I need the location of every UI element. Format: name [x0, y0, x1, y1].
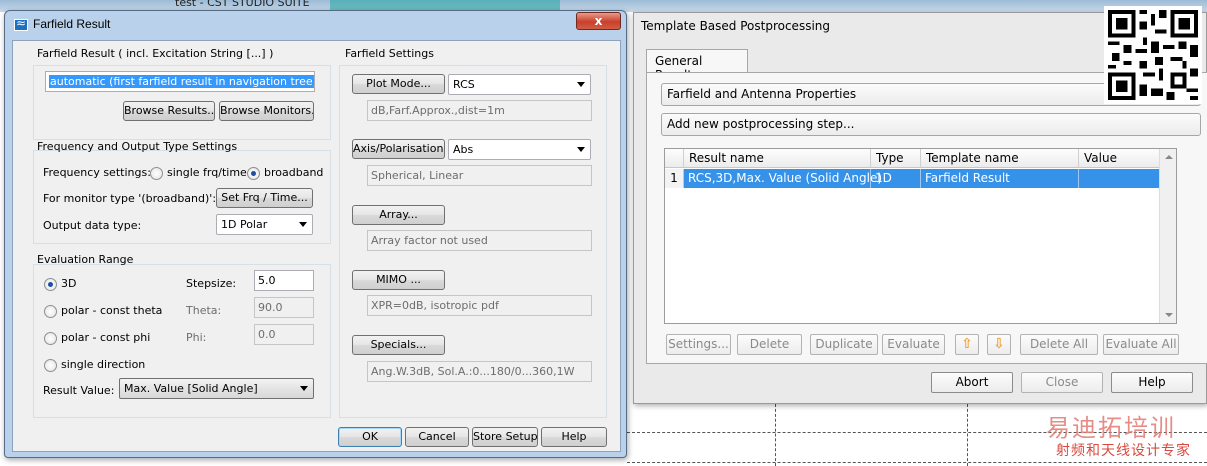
output-type-select[interactable]: 1D Polar — [216, 214, 313, 235]
help-button[interactable]: Help — [1111, 372, 1193, 393]
table-scrollbar[interactable] — [1159, 149, 1176, 323]
broadband-radio[interactable] — [247, 167, 260, 180]
dialog-title: Template Based Postprocessing — [641, 19, 830, 33]
range-single-label: single direction — [61, 358, 146, 371]
axis-polarisation-button[interactable]: Axis/Polarisation... — [352, 139, 445, 159]
table-cell — [1079, 169, 1160, 188]
table-header[interactable]: Type — [871, 149, 921, 168]
result-value-select[interactable]: Max. Value [Solid Angle] — [119, 378, 314, 399]
phi-label: Phi: — [186, 331, 207, 344]
chevron-down-icon — [577, 82, 585, 87]
settings-button[interactable]: Settings... — [666, 334, 731, 355]
farfield-result-group-title: Farfield Result ( incl. Excitation Strin… — [37, 47, 274, 60]
grid-line — [627, 462, 1207, 463]
mimo-button[interactable]: MIMO ... — [352, 270, 445, 290]
range-theta-radio[interactable] — [44, 305, 57, 318]
axis-select[interactable]: Abs — [448, 139, 591, 160]
table-cell: Farfield Result — [921, 169, 1079, 188]
move-down-icon[interactable]: ⇩ — [987, 334, 1011, 355]
evaluate-all-button[interactable]: Evaluate All — [1103, 334, 1179, 355]
close-button[interactable]: x — [576, 12, 621, 30]
farfield-result-dialog: Farfield Result x Farfield Result ( incl… — [4, 10, 627, 458]
axis-info: Spherical, Linear — [367, 165, 592, 186]
specials-button[interactable]: Specials... — [352, 335, 445, 355]
grid-line — [967, 404, 968, 466]
plot-mode-button[interactable]: Plot Mode... — [352, 74, 445, 94]
cancel-button[interactable]: Cancel — [405, 427, 469, 447]
scroll-up-icon[interactable] — [1165, 155, 1173, 159]
dialog-title: Farfield Result — [33, 17, 111, 31]
stepsize-label: Stepsize: — [186, 277, 237, 290]
range-3d-radio[interactable] — [44, 278, 57, 291]
dialog-body: Farfield Result ( incl. Excitation Strin… — [12, 40, 621, 452]
range-theta-label: polar - const theta — [61, 304, 163, 317]
array-info: Array factor not used — [367, 230, 592, 251]
duplicate-button[interactable]: Duplicate — [810, 334, 878, 355]
chevron-down-icon — [299, 222, 307, 227]
farfield-settings-group-title: Farfield Settings — [345, 47, 434, 60]
table-corner — [665, 149, 684, 168]
range-phi-label: polar - const phi — [61, 331, 151, 344]
theta-input[interactable]: 90.0 — [254, 297, 314, 318]
ok-button[interactable]: OK — [338, 427, 402, 447]
table-header[interactable]: Template name — [921, 149, 1079, 168]
result-value-label: Result Value: — [43, 384, 115, 397]
move-up-icon[interactable]: ⇧ — [955, 334, 979, 355]
browse-results-button[interactable]: Browse Results... — [123, 101, 215, 121]
stepsize-input[interactable]: 5.0 — [254, 270, 314, 291]
farfield-result-input[interactable]: automatic (first farfield result in navi… — [45, 71, 315, 92]
table-header[interactable]: Value — [1079, 149, 1160, 168]
phi-input[interactable]: 0.0 — [254, 324, 314, 345]
evaluation-group-title: Evaluation Range — [37, 253, 134, 266]
single-frq-label: single frq/time — [167, 166, 247, 179]
range-3d-label: 3D — [61, 277, 77, 290]
table-cell: 1D — [871, 169, 921, 188]
abort-button[interactable]: Abort — [931, 372, 1013, 393]
add-step-select[interactable]: Add new postprocessing step... — [661, 113, 1201, 136]
table-header[interactable]: Result name — [684, 149, 871, 168]
tab-general-results[interactable]: General Results — [646, 49, 748, 82]
broadband-label: broadband — [264, 166, 324, 179]
array-button[interactable]: Array... — [352, 205, 445, 225]
store-setup-button[interactable]: Store Setup — [472, 427, 538, 447]
theta-label: Theta: — [186, 304, 222, 317]
output-type-label: Output data type: — [43, 219, 142, 232]
browse-monitors-button[interactable]: Browse Monitors... — [219, 101, 314, 121]
scroll-down-icon[interactable] — [1165, 313, 1173, 317]
evaluate-button[interactable]: Evaluate — [882, 334, 945, 355]
specials-info: Ang.W.3dB, Sol.A.:0...180/0...360,1W — [367, 361, 592, 382]
results-table: Result name Type Template name Value 1 R… — [664, 148, 1177, 324]
chevron-down-icon — [577, 147, 585, 152]
plot-mode-select[interactable]: RCS — [448, 74, 591, 95]
range-phi-radio[interactable] — [44, 332, 57, 345]
frequency-settings-label: Frequency settings: — [43, 166, 151, 179]
row-number: 1 — [665, 169, 684, 188]
grid-line — [775, 404, 776, 466]
mimo-info: XPR=0dB, isotropic pdf — [367, 295, 592, 316]
monitor-type-label: For monitor type '(broadband)': — [43, 192, 217, 205]
frequency-group-title: Frequency and Output Type Settings — [37, 140, 238, 153]
single-frq-radio[interactable] — [150, 167, 163, 180]
delete-button[interactable]: Delete — [737, 334, 802, 355]
delete-all-button[interactable]: Delete All — [1020, 334, 1098, 355]
range-single-radio[interactable] — [44, 359, 57, 372]
background-window-title: test - CST STUDIO SUITE — [175, 0, 310, 9]
watermark-logo-text: 易迪拓培训 — [1046, 414, 1176, 442]
close-button[interactable]: Close — [1021, 372, 1103, 393]
set-frq-time-button[interactable]: Set Frq / Time... — [216, 188, 313, 208]
table-cell: RCS,3D,Max. Value (Solid Angle) — [684, 169, 882, 188]
qr-code-image — [1104, 6, 1202, 104]
plot-mode-info: dB,Farf.Approx.,dist=1m — [367, 100, 592, 121]
help-button[interactable]: Help — [541, 427, 607, 447]
chevron-down-icon — [300, 386, 308, 391]
watermark-tagline: 射频和天线设计专家 — [1056, 443, 1191, 459]
